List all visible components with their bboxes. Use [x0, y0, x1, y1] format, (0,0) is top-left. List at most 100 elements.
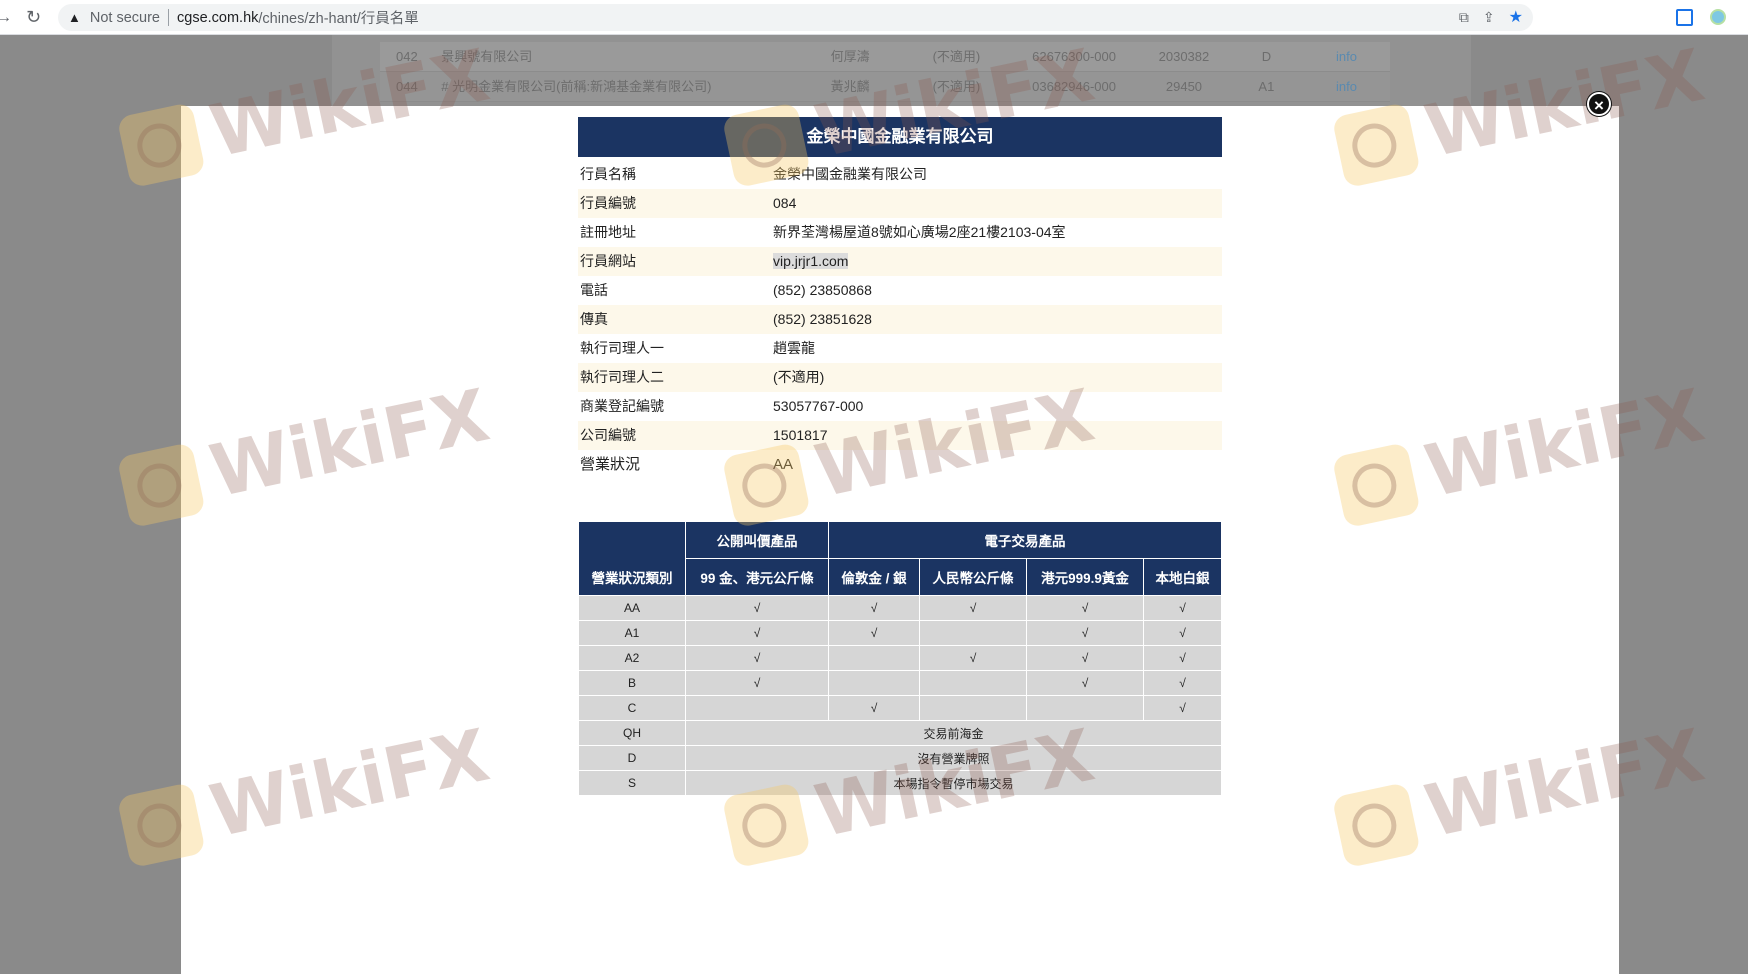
url-host[interactable]: cgse.com.hk: [177, 10, 258, 26]
close-modal-button[interactable]: ×: [1587, 92, 1611, 116]
check-mark-cell: √: [1143, 595, 1222, 621]
check-mark-cell: √: [685, 670, 829, 696]
column-header: 港元999.9黃金: [1026, 558, 1144, 596]
background-table-cell: (不適用): [932, 49, 981, 64]
info-label: 電話: [580, 282, 608, 298]
company-title: 金榮中國金融業有限公司: [578, 117, 1222, 157]
address-separator: [168, 9, 169, 26]
translate-icon[interactable]: ⧉: [1459, 4, 1469, 31]
background-table-cell: 29450: [1165, 79, 1203, 94]
info-label: 行員編號: [580, 195, 636, 211]
bookmark-star-icon[interactable]: ★: [1509, 4, 1523, 31]
check-mark-cell: √: [1143, 620, 1222, 646]
check-mark-cell: √: [1143, 670, 1222, 696]
info-link[interactable]: info: [1303, 42, 1390, 71]
status-code: QH: [578, 720, 686, 746]
extension-icon[interactable]: [1676, 9, 1693, 26]
address-bar[interactable]: ▲ Not secure cgse.com.hk/chines/zh-hant/…: [58, 4, 1533, 31]
status-code: D: [578, 745, 686, 771]
check-mark-cell: [919, 695, 1027, 721]
info-value-cell: 新界荃灣楊屋道8號如心廣場2座21樓2103-04室: [773, 218, 1222, 247]
info-value: AA: [773, 456, 794, 473]
background-table-cell: 何厚濤: [830, 49, 870, 64]
check-mark-cell: √: [828, 620, 920, 646]
member-website-link[interactable]: vip.jrjr1.com: [773, 253, 849, 269]
status-description: 本場指令暫停市場交易: [685, 770, 1222, 796]
check-mark-cell: √: [1026, 620, 1144, 646]
status-code: A2: [578, 645, 686, 671]
status-code: A1: [578, 620, 686, 646]
check-mark-cell: [919, 620, 1027, 646]
background-table-cell: (不適用): [932, 79, 981, 94]
reload-icon[interactable]: ↻: [26, 0, 41, 35]
check-mark-cell: [1026, 695, 1144, 721]
check-mark-cell: √: [1026, 645, 1144, 671]
info-row: 營業狀況 AA: [578, 450, 1222, 479]
check-mark-cell: √: [685, 595, 829, 621]
info-row: 執行司理人一 趙雲龍: [578, 334, 1222, 363]
info-row: 執行司理人二 (不適用): [578, 363, 1222, 392]
check-mark-cell: [685, 695, 829, 721]
status-code: C: [578, 695, 686, 721]
check-mark-cell: √: [685, 620, 829, 646]
info-label: 註冊地址: [580, 224, 636, 240]
status-description: 交易前海金: [685, 720, 1222, 746]
background-table-row: 044 # 光明金業有限公司(前稱:新鴻基金業有限公司) 黃兆麟 (不適用) 03682…: [380, 72, 1390, 102]
background-table-cell: D: [1261, 49, 1272, 64]
info-value: (不適用): [773, 369, 825, 385]
info-row: 傳真 (852) 23851628: [578, 305, 1222, 334]
not-secure-label[interactable]: Not secure: [90, 10, 160, 26]
status-code: AA: [578, 595, 686, 621]
info-row: 行員網站 vip.jrjr1.com: [578, 247, 1222, 276]
background-table-cell: 03682946-000: [1032, 79, 1116, 94]
info-label: 執行司理人一: [580, 340, 664, 356]
info-row: 註冊地址 新界荃灣楊屋道8號如心廣場2座21樓2103-04室: [578, 218, 1222, 247]
profile-icon[interactable]: [1710, 9, 1726, 25]
column-header: 人民幣公斤條: [919, 558, 1027, 596]
background-table-cell: 62676300-000: [1032, 49, 1116, 64]
status-category-header: 營業狀況類別: [578, 521, 686, 596]
info-value-cell: 金榮中國金融業有限公司: [773, 160, 1222, 189]
check-mark-cell: √: [919, 645, 1027, 671]
info-value: 1501817: [773, 427, 828, 443]
browser-toolbar: → ↻ ▲ Not secure cgse.com.hk/chines/zh-h…: [0, 0, 1748, 35]
public-outcry-group-header: 公開叫價產品: [685, 521, 829, 559]
check-mark-cell: √: [1026, 595, 1144, 621]
info-value-cell: (852) 23851628: [773, 305, 1222, 334]
check-mark-cell: √: [1026, 670, 1144, 696]
info-label: 公司編號: [580, 427, 636, 443]
info-row: 公司編號 1501817: [578, 421, 1222, 450]
info-label: 行員名稱: [580, 166, 636, 182]
check-mark-cell: √: [1143, 695, 1222, 721]
info-value-cell: AA: [773, 450, 1222, 479]
check-mark-cell: √: [685, 645, 829, 671]
status-code: S: [578, 770, 686, 796]
check-mark-cell: √: [1143, 645, 1222, 671]
share-icon[interactable]: ⇪: [1483, 4, 1495, 31]
info-link[interactable]: info: [1303, 72, 1390, 101]
info-value: 趙雲龍: [773, 340, 815, 356]
background-table-cell: 044: [396, 79, 418, 94]
background-table-row: 042 景興號有限公司 何厚濤 (不適用) 62676300-000 2030382 Din…: [380, 42, 1390, 72]
info-label: 營業狀況: [580, 456, 641, 473]
info-value: (852) 23850868: [773, 282, 872, 298]
column-header: 99 金、港元公斤條: [685, 558, 829, 596]
url-path[interactable]: /chines/zh-hant/行員名單: [258, 7, 418, 28]
info-value-cell: vip.jrjr1.com: [773, 247, 1222, 276]
status-row: D 沒有營業牌照: [578, 745, 1222, 771]
info-value-cell: (不適用): [773, 363, 1222, 392]
background-member-table: 042 景興號有限公司 何厚濤 (不適用) 62676300-000 2030382 Din…: [380, 42, 1390, 102]
info-label: 商業登記編號: [580, 398, 664, 414]
check-mark-cell: [828, 645, 920, 671]
status-row: A2 √ √ √ √: [578, 645, 1222, 671]
status-code: B: [578, 670, 686, 696]
info-row: 商業登記編號 53057767-000: [578, 392, 1222, 421]
status-row: AA √ √ √ √ √: [578, 595, 1222, 621]
status-row: QH 交易前海金: [578, 720, 1222, 746]
back-arrow-icon[interactable]: →: [0, 0, 12, 35]
check-mark-cell: √: [828, 595, 920, 621]
column-header: 本地白銀: [1143, 558, 1222, 596]
info-value: 新界荃灣楊屋道8號如心廣場2座21樓2103-04室: [773, 224, 1066, 240]
info-value: 084: [773, 195, 797, 211]
warning-triangle-icon[interactable]: ▲: [68, 10, 81, 25]
